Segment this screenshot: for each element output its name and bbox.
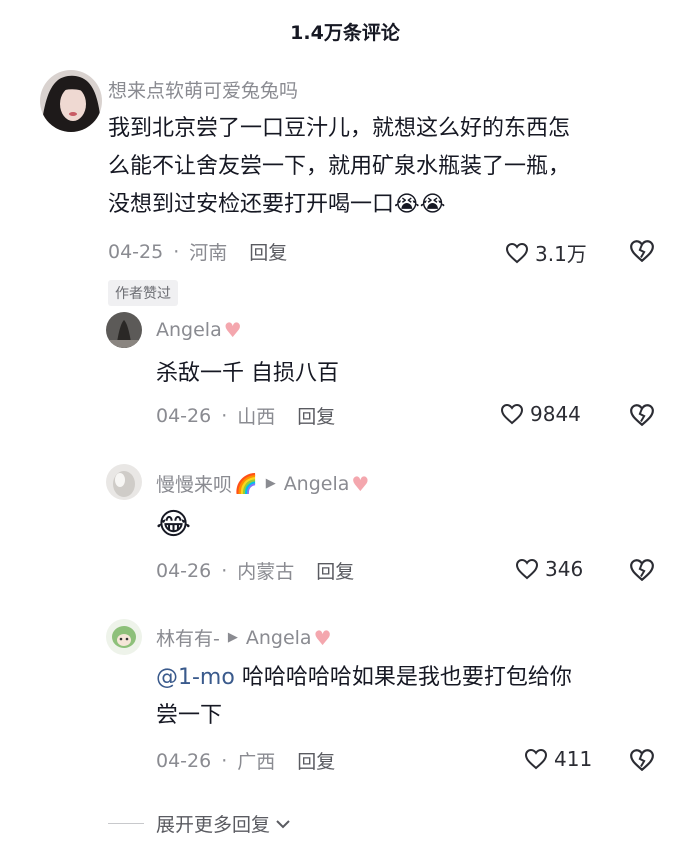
crying-emoji: 😭😭	[394, 192, 446, 217]
reply-to-username[interactable]: Angela	[284, 473, 350, 495]
comment-username[interactable]: 想来点软萌可爱兔兔吗	[108, 76, 298, 103]
pink-heart-icon: ♥	[351, 471, 370, 496]
reply-username[interactable]: 慢慢来呗 🌈 ▶ Angela ♥	[156, 470, 369, 497]
reply-text-line: @1-mo 哈哈哈哈哈如果是我也要打包给你	[156, 659, 666, 697]
expand-more-replies-button[interactable]: 展开更多回复	[156, 810, 292, 837]
avatar[interactable]	[106, 619, 142, 655]
like-button[interactable]: 411	[524, 747, 592, 771]
avatar[interactable]	[40, 70, 102, 132]
reply-date: 04-26	[156, 404, 212, 427]
reply-button[interactable]: 回复	[297, 402, 335, 429]
dislike-icon[interactable]	[629, 239, 655, 267]
rainbow-emoji: 🌈	[234, 473, 258, 495]
heart-icon	[524, 748, 548, 770]
reply-arrow-icon: ▶	[265, 476, 276, 491]
reply-button[interactable]: 回复	[249, 238, 287, 265]
username-text: 林有有-	[156, 628, 220, 650]
dislike-icon[interactable]	[629, 403, 655, 431]
dislike-icon[interactable]	[629, 558, 655, 586]
reply-text-line: 尝一下	[156, 703, 223, 728]
comment-text-line: 我到北京尝了一口豆汁儿，就想这么好的东西怎	[108, 116, 571, 141]
reply-meta: 04-26 · 广西 回复	[156, 747, 335, 774]
divider	[108, 823, 144, 824]
reply-button[interactable]: 回复	[297, 747, 335, 774]
reply-meta: 04-26 · 内蒙古 回复	[156, 557, 354, 584]
dislike-icon[interactable]	[629, 748, 655, 776]
expand-label: 展开更多回复	[156, 814, 271, 836]
reply-text: 杀敌一千 自损八百	[156, 361, 339, 386]
username-text: Angela	[156, 319, 222, 341]
mention-link[interactable]: @1-mo	[156, 665, 235, 690]
pink-heart-icon: ♥	[223, 318, 242, 342]
comment-text: 我到北京尝了一口豆汁儿，就想这么好的东西怎 么能不让舍友尝一下，就用矿泉水瓶装了…	[108, 110, 668, 224]
like-count: 9844	[530, 402, 581, 426]
comment-text-line: 没想到过安检还要打开喝一口😭😭	[108, 186, 668, 224]
reply-location: 山西	[237, 406, 276, 428]
author-liked-badge: 作者赞过	[108, 280, 178, 306]
reply-to-username[interactable]: Angela	[246, 627, 312, 649]
username-text: 慢慢来呗	[156, 474, 233, 496]
comment-text-segment: 没想到过安检还要打开喝一口	[108, 192, 395, 217]
heart-icon	[505, 242, 529, 263]
comment-meta: 04-25 · 河南 回复	[108, 238, 287, 265]
comment-count-title: 1.4万条评论	[290, 21, 400, 44]
reply-text: @1-mo 哈哈哈哈哈如果是我也要打包给你 尝一下	[156, 659, 666, 735]
like-count: 3.1万	[535, 242, 587, 266]
reply-username[interactable]: Angela ♥	[156, 318, 242, 342]
reply-meta: 04-26 · 山西 回复	[156, 402, 335, 429]
laughing-crying-emoji: 😂	[156, 507, 192, 542]
reply-date: 04-26	[156, 749, 212, 772]
like-button[interactable]: 346	[515, 557, 583, 581]
like-button[interactable]: 9844	[500, 402, 581, 426]
avatar[interactable]	[106, 312, 142, 348]
reply-text-segment: 哈哈哈哈哈如果是我也要打包给你	[241, 665, 572, 690]
heart-icon	[500, 403, 524, 425]
reply-username[interactable]: 林有有- ▶ Angela ♥	[156, 624, 332, 651]
comment-location: 河南	[189, 242, 228, 264]
reply-location: 广西	[237, 751, 276, 773]
avatar[interactable]	[106, 464, 142, 500]
heart-icon	[515, 558, 539, 580]
like-button[interactable]: 3.1万	[505, 238, 587, 267]
like-count: 411	[554, 747, 593, 771]
reply-button[interactable]: 回复	[316, 557, 354, 584]
comment-date: 04-25	[108, 240, 164, 263]
chevron-down-icon	[276, 819, 290, 828]
reply-date: 04-26	[156, 559, 212, 582]
reply-arrow-icon: ▶	[227, 630, 238, 645]
reply-location: 内蒙古	[237, 561, 295, 583]
comment-text-line: 么能不让舍友尝一下，就用矿泉水瓶装了一瓶，	[108, 154, 571, 179]
pink-heart-icon: ♥	[313, 625, 332, 650]
like-count: 346	[545, 557, 584, 581]
